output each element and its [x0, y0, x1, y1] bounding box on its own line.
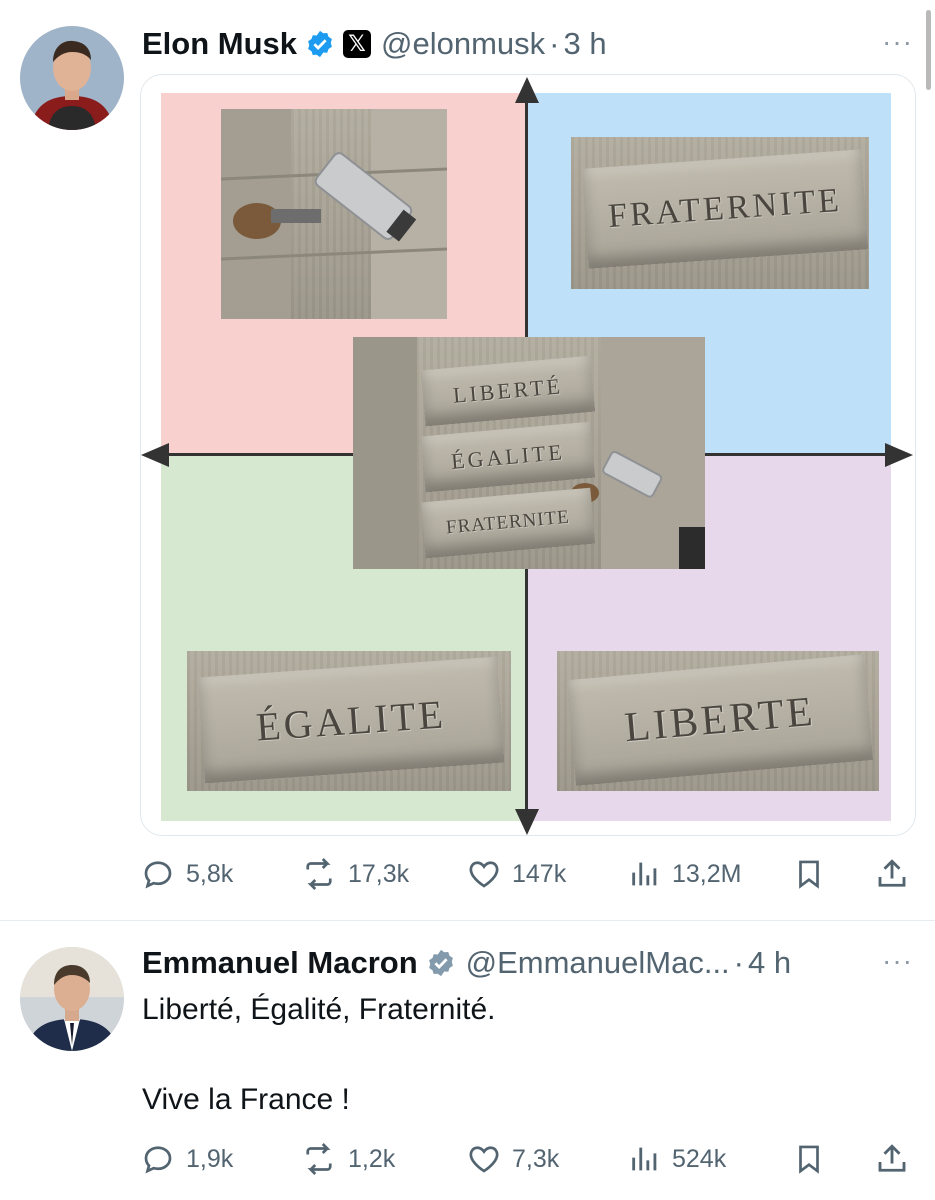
plaque-text: FRATERNITE: [606, 181, 843, 236]
views-button[interactable]: 13,2M: [628, 856, 741, 892]
action-bar: 5,8k 17,3k 147k 13,2M: [140, 852, 915, 896]
tweet-elon[interactable]: Elon Musk 𝕏 @elonmusk · 3 h ··· FRATERNI…: [0, 0, 935, 920]
views-count: 524k: [672, 1144, 727, 1173]
photo-camera: [221, 109, 447, 319]
separator: ·: [549, 26, 560, 61]
avatar-elon[interactable]: [20, 26, 124, 130]
like-icon: [469, 1146, 499, 1173]
tweet-macron[interactable]: Emmanuel Macron @EmmanuelMac... · 4 h ··…: [0, 921, 935, 1200]
arrow-down-icon: [515, 809, 539, 835]
bookmark-icon: [799, 1145, 819, 1174]
photo-liberte: LIBERTE: [557, 651, 879, 791]
reply-icon: [144, 861, 172, 889]
repost-count: 1,2k: [348, 1144, 396, 1173]
timestamp[interactable]: 4 h: [748, 945, 791, 981]
verified-badge-icon: [305, 29, 335, 59]
author-handle[interactable]: @EmmanuelMac...: [466, 945, 730, 981]
repost-icon: [306, 1143, 332, 1175]
views-count: 13,2M: [672, 859, 742, 888]
photo-fraternite: FRATERNITE: [571, 137, 869, 289]
reply-button[interactable]: 1,9k: [140, 1141, 233, 1177]
author-name[interactable]: Elon Musk: [142, 26, 297, 62]
reply-icon: [144, 1146, 172, 1174]
tweet-header: Emmanuel Macron @EmmanuelMac... · 4 h: [142, 943, 791, 983]
plaque-text: LIBERTÉ: [452, 373, 564, 408]
bookmark-button[interactable]: [792, 1141, 826, 1177]
verified-badge-icon: [426, 948, 456, 978]
repost-icon: [306, 858, 332, 890]
arrow-right-icon: [885, 443, 913, 467]
repost-button[interactable]: 1,2k: [300, 1141, 395, 1177]
share-button[interactable]: [874, 1141, 910, 1177]
reply-count: 1,9k: [186, 1144, 234, 1173]
arrow-up-icon: [515, 77, 539, 103]
plaque-fraternite: FRATERNITE: [581, 149, 869, 269]
bookmark-icon: [799, 860, 819, 889]
tweet-text-line-2: Vive la France !: [142, 1083, 350, 1116]
plaque-text: ÉGALITE: [254, 690, 448, 750]
tweet-text-line-1: Liberté, Égalité, Fraternité.: [142, 993, 496, 1026]
like-count: 7,3k: [512, 1144, 560, 1173]
photo-center-composite: LIBERTÉ ÉGALITE FRATERNITE: [353, 337, 705, 569]
tweet-header: Elon Musk 𝕏 @elonmusk · 3 h: [142, 24, 607, 64]
more-icon[interactable]: ···: [882, 945, 913, 977]
avatar-macron[interactable]: [20, 947, 124, 1051]
repost-count: 17,3k: [348, 859, 410, 888]
x-affiliate-badge-icon: 𝕏: [343, 30, 372, 58]
share-button[interactable]: [874, 856, 910, 892]
reply-count: 5,8k: [186, 859, 234, 888]
author-name[interactable]: Emmanuel Macron: [142, 945, 418, 981]
share-icon: [878, 1144, 906, 1172]
plaque-text: LIBERTE: [622, 688, 818, 752]
plaque-liberte: LIBERTE: [566, 654, 874, 786]
like-button[interactable]: 147k: [466, 856, 566, 892]
more-icon[interactable]: ···: [882, 26, 913, 58]
tweet-media[interactable]: FRATERNITE ÉGALITE LIBERTE LIBERTÉ ÉGALI…: [140, 74, 916, 836]
plaque-egalite: ÉGALITE: [197, 656, 505, 784]
plaque-text: ÉGALITE: [450, 439, 566, 474]
repost-button[interactable]: 17,3k: [300, 856, 409, 892]
views-icon: [632, 1147, 657, 1171]
photo-egalite: ÉGALITE: [187, 651, 511, 791]
views-icon: [632, 862, 657, 886]
like-icon: [469, 861, 499, 888]
arrow-left-icon: [141, 443, 169, 467]
reply-button[interactable]: 5,8k: [140, 856, 233, 892]
like-button[interactable]: 7,3k: [466, 1141, 559, 1177]
action-bar: 1,9k 1,2k 7,3k 524k: [140, 1137, 915, 1181]
bookmark-button[interactable]: [792, 856, 826, 892]
author-handle[interactable]: @elonmusk: [381, 26, 545, 62]
views-button[interactable]: 524k: [628, 1141, 726, 1177]
share-icon: [878, 859, 906, 887]
separator: ·: [733, 945, 744, 980]
like-count: 147k: [512, 859, 567, 888]
plaque-text: FRATERNITE: [445, 506, 571, 539]
timestamp[interactable]: 3 h: [564, 26, 607, 62]
